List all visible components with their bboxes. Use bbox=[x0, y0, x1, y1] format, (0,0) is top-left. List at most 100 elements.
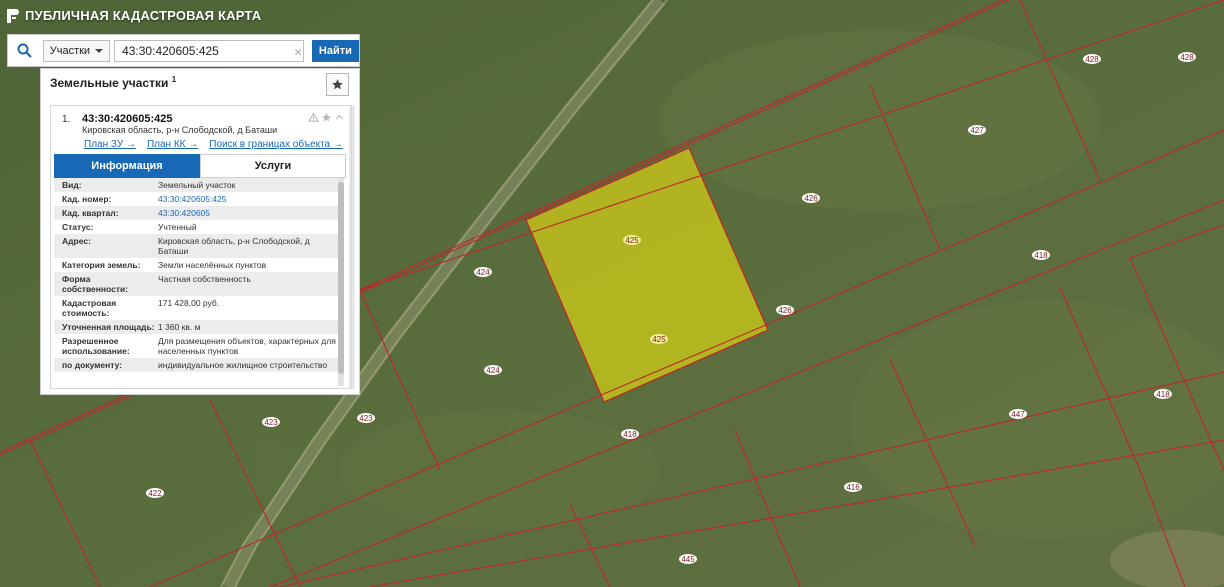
info-row: Кад. номер: 43:30:420605:425 bbox=[54, 192, 340, 206]
svg-text:425: 425 bbox=[625, 236, 639, 245]
parcel-label[interactable]: 428 bbox=[1083, 54, 1101, 64]
svg-text:425: 425 bbox=[652, 335, 666, 344]
info-row-label: по документу: bbox=[62, 360, 123, 370]
parcel-label[interactable]: 416 bbox=[844, 482, 862, 492]
scroll-thumb[interactable] bbox=[338, 182, 344, 374]
result-card: 1. 43:30:420605:425 Кировская область, р… bbox=[50, 105, 352, 389]
info-row: Вид: Земельный участок bbox=[54, 178, 340, 192]
card-actions bbox=[308, 112, 345, 123]
clear-icon[interactable]: × bbox=[294, 44, 302, 60]
results-panel: Земельные участки 1 1. 43:30:420605:425 … bbox=[40, 68, 360, 395]
parcel-label[interactable]: 426 bbox=[776, 305, 794, 315]
svg-text:426: 426 bbox=[778, 306, 792, 315]
search-type-label: Участки bbox=[49, 44, 91, 57]
info-row-value: Кировская область, р-н Слободской, д Бат… bbox=[158, 236, 310, 256]
info-row-value: Земли населённых пунктов bbox=[158, 260, 267, 270]
result-links: План ЗУ → План КК → Поиск в границах объ… bbox=[84, 139, 343, 150]
svg-text:424: 424 bbox=[486, 366, 500, 375]
info-row-label: Форма собственности: bbox=[62, 274, 129, 294]
info-row: Кад. квартал: 43:30:420605 bbox=[54, 206, 340, 220]
info-row: Форма собственности: Частная собственност… bbox=[54, 272, 340, 296]
info-row: по документу: индивидуальное жилищное стр… bbox=[54, 358, 340, 372]
search-input[interactable] bbox=[114, 39, 304, 62]
tab-info[interactable]: Информация bbox=[54, 154, 200, 178]
info-row-label: Уточненная площадь: bbox=[62, 322, 155, 332]
parcel-label[interactable]: 418 bbox=[1032, 250, 1050, 260]
info-row-label: Статус: bbox=[62, 222, 94, 232]
favorite-button[interactable] bbox=[326, 73, 349, 96]
parcel-label[interactable]: 445 bbox=[679, 554, 697, 564]
info-row-value: Учтенный bbox=[158, 222, 197, 232]
info-row: Категория земель: Земли населённых пункто… bbox=[54, 258, 340, 272]
app-title: ПУБЛИЧНАЯ КАДАСТРОВАЯ КАРТА bbox=[25, 8, 262, 23]
info-row: Разрешенное использование: Для размещения… bbox=[54, 334, 340, 358]
info-row-label: Разрешенное использование: bbox=[62, 336, 130, 356]
link-search-in-bounds[interactable]: Поиск в границах объекта → bbox=[209, 139, 343, 150]
search-bar: Участки × Найти bbox=[7, 34, 360, 67]
parcel-label[interactable]: 426 bbox=[802, 193, 820, 203]
parcel-label[interactable]: 447 bbox=[1009, 409, 1027, 419]
star-icon[interactable] bbox=[321, 112, 332, 123]
rosreestr-logo-icon bbox=[7, 8, 19, 23]
svg-text:424: 424 bbox=[476, 268, 490, 277]
info-row-value[interactable]: 43:30:420605 bbox=[158, 208, 338, 218]
result-cad-number[interactable]: 43:30:420605:425 bbox=[82, 113, 173, 125]
info-row-label: Категория земель: bbox=[62, 260, 141, 270]
parcel-label[interactable]: 418 bbox=[1154, 389, 1172, 399]
parcel-label[interactable]: 428 bbox=[1178, 52, 1196, 62]
search-icon[interactable] bbox=[8, 35, 41, 66]
info-row-label: Кад. квартал: bbox=[62, 208, 119, 218]
parcel-label[interactable]: 418 bbox=[621, 429, 639, 439]
search-button[interactable]: Найти bbox=[311, 39, 359, 62]
info-row-label: Кад. номер: bbox=[62, 194, 112, 204]
info-row-value: Частная собственность bbox=[158, 274, 251, 284]
svg-text:428: 428 bbox=[1085, 55, 1099, 64]
chevron-down-icon bbox=[95, 48, 104, 53]
parcel-label[interactable]: 424 bbox=[474, 267, 492, 277]
info-scrollbar[interactable] bbox=[338, 178, 344, 386]
panel-title: Земельные участки 1 bbox=[50, 75, 177, 90]
info-row-value: Земельный участок bbox=[158, 180, 236, 190]
parcel-label[interactable]: 422 bbox=[146, 488, 164, 498]
info-row: Адрес: Кировская область, р-н Слободской,… bbox=[54, 234, 340, 258]
result-tabs: Информация Услуги bbox=[54, 154, 346, 178]
parcel-label[interactable]: 423 bbox=[262, 417, 280, 427]
parcel-label[interactable]: 425 bbox=[650, 334, 668, 344]
parcel-label[interactable]: 425 bbox=[623, 235, 641, 245]
info-row-label: Кадастровая стоимость: bbox=[62, 298, 117, 318]
search-type-select[interactable]: Участки bbox=[42, 39, 111, 62]
result-index: 1. bbox=[62, 114, 71, 125]
info-row-value: Для размещения объектов, характерных для… bbox=[158, 336, 336, 356]
star-icon bbox=[332, 79, 343, 90]
info-row-value: 1 360 кв. м bbox=[158, 322, 201, 332]
svg-text:418: 418 bbox=[623, 430, 637, 439]
svg-text:422: 422 bbox=[148, 489, 162, 498]
svg-text:416: 416 bbox=[846, 483, 860, 492]
tab-services[interactable]: Услуги bbox=[200, 154, 346, 178]
link-plan-zu[interactable]: План ЗУ → bbox=[84, 139, 136, 150]
info-row-value: индивидуальное жилищное строительство bbox=[158, 360, 328, 370]
svg-text:418: 418 bbox=[1034, 251, 1048, 260]
svg-text:423: 423 bbox=[359, 414, 373, 423]
info-row-value[interactable]: 43:30:420605:425 bbox=[158, 194, 338, 204]
svg-text:418: 418 bbox=[1156, 390, 1170, 399]
result-address: Кировская область, р-н Слободской, д Бат… bbox=[82, 125, 278, 135]
svg-text:428: 428 bbox=[1180, 53, 1194, 62]
link-plan-kk[interactable]: План КК → bbox=[147, 139, 198, 150]
chevron-up-icon[interactable] bbox=[334, 112, 345, 123]
svg-text:445: 445 bbox=[681, 555, 695, 564]
svg-text:447: 447 bbox=[1011, 410, 1025, 419]
parcel-label[interactable]: 424 bbox=[484, 365, 502, 375]
svg-text:423: 423 bbox=[264, 418, 278, 427]
info-row: Кадастровая стоимость: 171 428,00 руб. bbox=[54, 296, 340, 320]
info-row: Статус: Учтенный bbox=[54, 220, 340, 234]
app-header: ПУБЛИЧНАЯ КАДАСТРОВАЯ КАРТА bbox=[7, 8, 261, 23]
parcel-label[interactable]: 423 bbox=[357, 413, 375, 423]
warning-icon[interactable] bbox=[308, 112, 319, 123]
info-table: Вид: Земельный участок Кад. номер: 43:30:42… bbox=[54, 178, 340, 386]
result-count: 1 bbox=[171, 75, 177, 84]
svg-text:427: 427 bbox=[970, 126, 984, 135]
parcel-label[interactable]: 427 bbox=[968, 125, 986, 135]
info-row-label: Адрес: bbox=[62, 236, 91, 246]
info-row-label: Вид: bbox=[62, 180, 82, 190]
